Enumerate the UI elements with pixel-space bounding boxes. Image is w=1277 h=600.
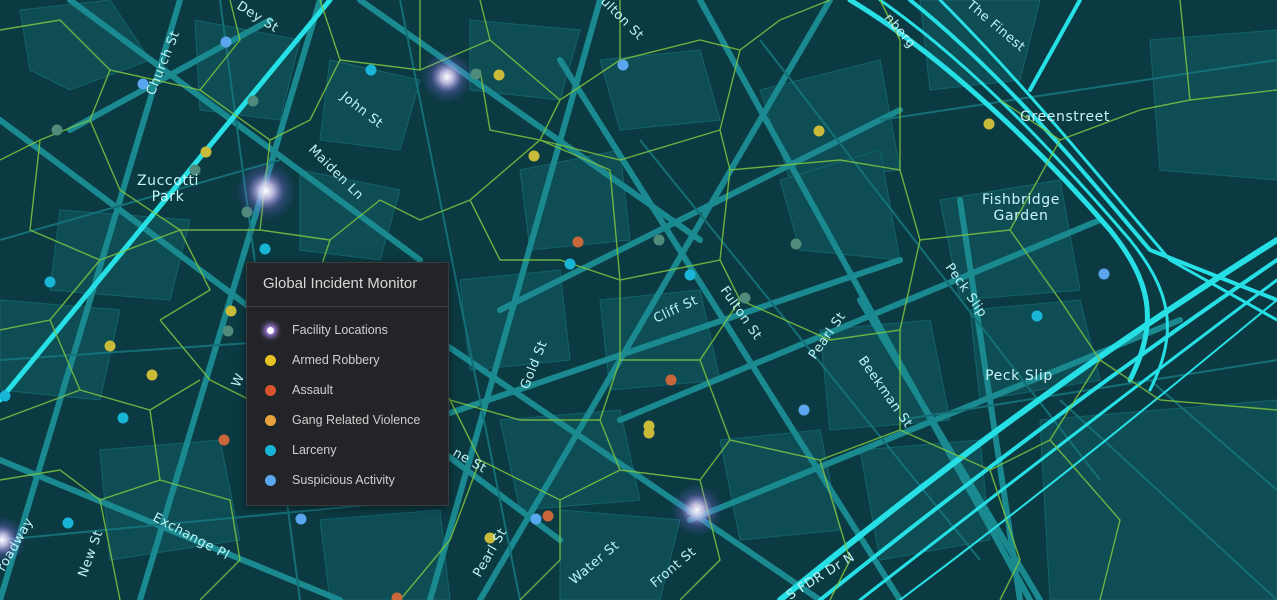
armed-robbery-point[interactable] — [813, 125, 825, 137]
gray-point[interactable] — [247, 95, 259, 107]
legend-label: Facility Locations — [292, 323, 388, 337]
gray-point[interactable] — [51, 124, 63, 136]
larceny-point[interactable] — [0, 390, 11, 402]
legend-label: Larceny — [292, 443, 337, 457]
larceny-point[interactable] — [259, 243, 271, 255]
armed-robbery-point[interactable] — [528, 150, 540, 162]
larceny-point[interactable] — [564, 258, 576, 270]
armed-robbery-point[interactable] — [493, 69, 505, 81]
facility-glow[interactable] — [671, 484, 723, 536]
poi-greenstreet: Greenstreet — [1020, 109, 1110, 125]
larceny-point[interactable] — [117, 412, 129, 424]
legend-label: Armed Robbery — [292, 353, 380, 367]
legend-label: Assault — [292, 383, 333, 397]
legend-item-larceny[interactable]: Larceny — [247, 435, 448, 465]
poi-fishbridge-line1: Fishbridge — [982, 192, 1060, 208]
gray-point[interactable] — [222, 325, 234, 337]
suspicious-activity-point[interactable] — [295, 513, 307, 525]
legend-item-assault[interactable]: Assault — [247, 375, 448, 405]
legend-title: Global Incident Monitor — [263, 275, 418, 292]
armed-robbery-point[interactable] — [200, 146, 212, 158]
assault-point[interactable] — [542, 510, 554, 522]
suspicious-activity-dot-icon — [265, 474, 276, 486]
legend-item-facility-locations[interactable]: Facility Locations — [247, 315, 448, 345]
gang-violence-dot-icon — [265, 414, 276, 426]
facility-glow[interactable] — [236, 161, 296, 221]
larceny-dot-icon — [265, 444, 276, 456]
gray-point[interactable] — [653, 234, 665, 246]
armed-robbery-point[interactable] — [643, 427, 655, 439]
larceny-point[interactable] — [62, 517, 74, 529]
legend-item-armed-robbery[interactable]: Armed Robbery — [247, 345, 448, 375]
armed-robbery-point[interactable] — [104, 340, 116, 352]
assault-point[interactable] — [572, 236, 584, 248]
suspicious-activity-point[interactable] — [220, 36, 232, 48]
legend-item-gang-related-violence[interactable]: Gang Related Violence — [247, 405, 448, 435]
larceny-point[interactable] — [365, 64, 377, 76]
suspicious-activity-point[interactable] — [798, 404, 810, 416]
assault-point[interactable] — [665, 374, 677, 386]
poi-peck-slip: Peck Slip — [985, 368, 1053, 384]
poi-zuccotti-line1: Zuccotti — [137, 173, 199, 189]
armed-robbery-dot-icon — [265, 354, 276, 366]
suspicious-activity-point[interactable] — [1098, 268, 1110, 280]
legend-label: Suspicious Activity — [292, 473, 395, 487]
legend-panel: Global Incident Monitor Facility Locatio… — [246, 262, 449, 506]
assault-point[interactable] — [218, 434, 230, 446]
larceny-point[interactable] — [684, 269, 696, 281]
legend-item-suspicious-activity[interactable]: Suspicious Activity — [247, 465, 448, 495]
facility-glow[interactable] — [421, 51, 473, 103]
poi-zuccotti-line2: Park — [152, 189, 185, 205]
suspicious-activity-point[interactable] — [617, 59, 629, 71]
armed-robbery-point[interactable] — [983, 118, 995, 130]
facility-dot-icon — [267, 326, 274, 334]
poi-fishbridge-line2: Garden — [994, 208, 1049, 224]
armed-robbery-point[interactable] — [146, 369, 158, 381]
assault-dot-icon — [265, 384, 276, 396]
legend-divider — [247, 306, 448, 307]
larceny-point[interactable] — [1031, 310, 1043, 322]
gray-point[interactable] — [790, 238, 802, 250]
incident-map[interactable]: Dey St Church St John St Maiden Ln ulton… — [0, 0, 1277, 600]
armed-robbery-point[interactable] — [225, 305, 237, 317]
legend-label: Gang Related Violence — [292, 413, 421, 427]
suspicious-activity-point[interactable] — [530, 513, 542, 525]
larceny-point[interactable] — [44, 276, 56, 288]
